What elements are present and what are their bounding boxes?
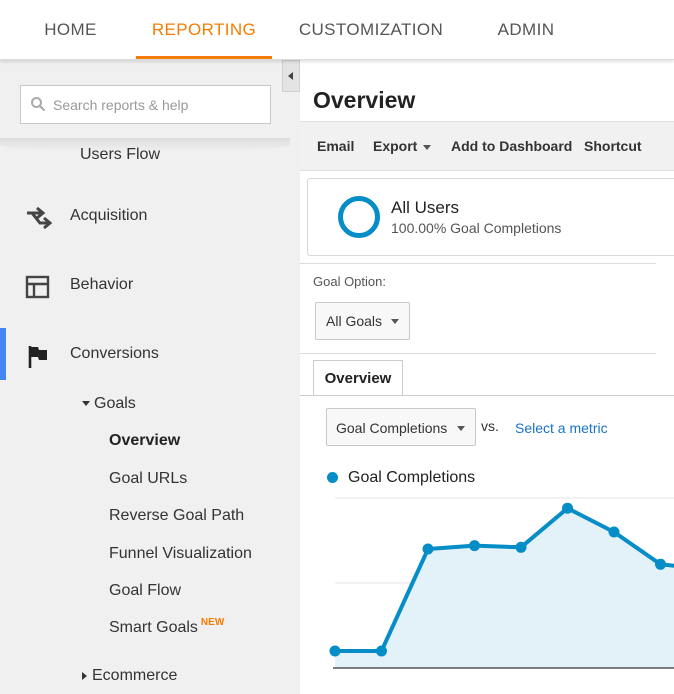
sidebar-item-funnel-visualization[interactable]: Funnel Visualization [109, 545, 252, 563]
tab-overview[interactable]: Overview [313, 360, 403, 396]
sidebar-item-reverse-goal-path[interactable]: Reverse Goal Path [109, 507, 244, 525]
sidebar-item-ecommerce[interactable]: Ecommerce [82, 667, 177, 685]
data-point [376, 645, 387, 657]
legend-label: Goal Completions [348, 469, 476, 486]
data-point [515, 541, 527, 553]
sidebar-item-smart-goals[interactable]: Smart Goals NEW [109, 617, 225, 637]
tab-home[interactable]: HOME [22, 0, 119, 59]
sidebar-item-acquisition[interactable]: Acquisition [0, 192, 300, 242]
caret-down-icon [82, 401, 90, 407]
sidebar-item-label: Acquisition [70, 207, 148, 224]
sidebar-item-label: Behavior [70, 276, 134, 293]
data-point [329, 645, 341, 657]
sidebar: Users Flow Acquisition Behavior Conversi… [0, 60, 300, 694]
sidebar-item-conversions[interactable]: Conversions [0, 328, 300, 380]
chevron-down-icon [391, 319, 399, 324]
export-button[interactable]: Export [373, 138, 432, 154]
sidebar-item-goal-flow[interactable]: Goal Flow [109, 582, 181, 600]
data-point [422, 543, 434, 555]
sidebar-item-behavior[interactable]: Behavior [0, 261, 300, 311]
segment-name: All Users [391, 198, 460, 217]
email-button[interactable]: Email [317, 138, 354, 154]
data-point [562, 502, 573, 514]
segment-ring-icon [338, 196, 380, 238]
collapse-sidebar-button[interactable] [282, 60, 300, 92]
tab-customization[interactable]: CUSTOMIZATION [290, 0, 452, 59]
main-content: Overview Email Export Add to Dashboard S… [300, 60, 674, 694]
search-input[interactable] [53, 86, 263, 123]
tab-underline [300, 395, 674, 396]
goal-option-select[interactable]: All Goals [315, 302, 410, 340]
flag-icon [28, 346, 47, 368]
vs-label: vs. [481, 418, 499, 434]
goal-option-label: Goal Option: [313, 274, 386, 289]
sidebar-item-label: Conversions [70, 345, 159, 362]
add-to-dashboard-button[interactable]: Add to Dashboard [451, 138, 572, 154]
sidebar-item-users-flow[interactable]: Users Flow [80, 146, 160, 164]
search-box[interactable] [20, 85, 271, 124]
chevron-down-icon [457, 426, 465, 431]
divider [300, 263, 656, 264]
top-navigation: HOME REPORTING CUSTOMIZATION ADMIN [0, 0, 674, 60]
divider [300, 353, 656, 354]
data-point [608, 526, 620, 538]
caret-right-icon [82, 671, 87, 680]
legend-dot-icon [327, 472, 338, 483]
shortcut-button[interactable]: Shortcut [584, 138, 642, 154]
behavior-layout-icon [25, 275, 50, 299]
metric-select[interactable]: Goal Completions [326, 408, 476, 446]
segment-card[interactable]: All Users 100.00% Goal Completions [307, 178, 674, 256]
sidebar-item-goals-overview[interactable]: Overview [109, 432, 180, 450]
sidebar-item-goal-urls[interactable]: Goal URLs [109, 470, 187, 488]
select-metric-link[interactable]: Select a metric [515, 420, 608, 436]
acquisition-arrows-icon [27, 206, 52, 230]
tab-admin[interactable]: ADMIN [480, 0, 572, 59]
search-icon [31, 97, 46, 112]
goal-completions-chart [329, 497, 674, 669]
tab-reporting[interactable]: REPORTING [136, 0, 272, 59]
page-title: Overview [313, 87, 416, 113]
chevron-down-icon [423, 144, 432, 150]
sidebar-item-goals[interactable]: Goals [82, 395, 136, 413]
report-toolbar: Email Export Add to Dashboard Shortcut [300, 121, 674, 171]
data-point [469, 540, 480, 552]
segment-subtitle: 100.00% Goal Completions [391, 220, 562, 236]
new-badge: NEW [200, 617, 225, 628]
data-point [655, 558, 666, 570]
